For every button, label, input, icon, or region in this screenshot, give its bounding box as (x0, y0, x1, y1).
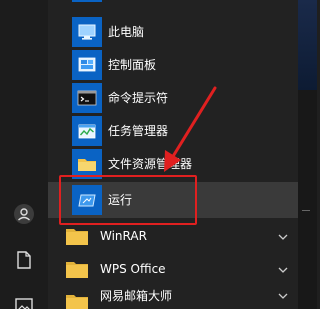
folder-icon (62, 221, 92, 251)
list-item-partial (48, 0, 298, 6)
folder-icon (62, 287, 92, 309)
start-item-label: 任务管理器 (108, 124, 169, 138)
pictures-icon[interactable] (8, 290, 40, 309)
start-item-label: 命令提示符 (108, 91, 169, 105)
start-item-label: 此电脑 (108, 25, 145, 39)
app-tile-icon (72, 0, 102, 2)
chevron-down-icon[interactable] (276, 229, 290, 243)
start-item-netease-mail[interactable]: 网易邮箱大师 (48, 284, 298, 309)
start-item-task-manager[interactable]: 任务管理器 (48, 113, 298, 149)
run-highlight-box (59, 175, 197, 225)
start-item-wps-office[interactable]: WPS Office (48, 251, 298, 287)
start-item-this-pc[interactable]: 此电脑 (48, 14, 298, 50)
documents-icon[interactable] (8, 244, 40, 276)
start-item-label: 网易邮箱大师 (100, 289, 173, 303)
tiles-area-edge (298, 0, 317, 309)
user-icon[interactable] (8, 198, 40, 230)
start-left-rail (0, 0, 48, 309)
scrollbar-hint[interactable] (302, 210, 310, 211)
start-item-command-prompt[interactable]: 命令提示符 (48, 80, 298, 116)
start-item-label: 控制面板 (108, 58, 157, 72)
chevron-down-icon[interactable] (276, 288, 290, 302)
control-panel-icon (72, 50, 102, 80)
folder-icon (62, 254, 92, 284)
start-menu-list: 此电脑 控制面板 命令提示符 任务管理器 文件资源管理器 运行 WinRAR W… (48, 0, 298, 309)
start-item-control-panel[interactable]: 控制面板 (48, 47, 298, 83)
chevron-down-icon[interactable] (276, 262, 290, 276)
live-tile-fragment (298, 0, 317, 90)
command-prompt-icon (72, 83, 102, 113)
task-manager-icon (72, 116, 102, 146)
this-pc-icon (72, 17, 102, 47)
